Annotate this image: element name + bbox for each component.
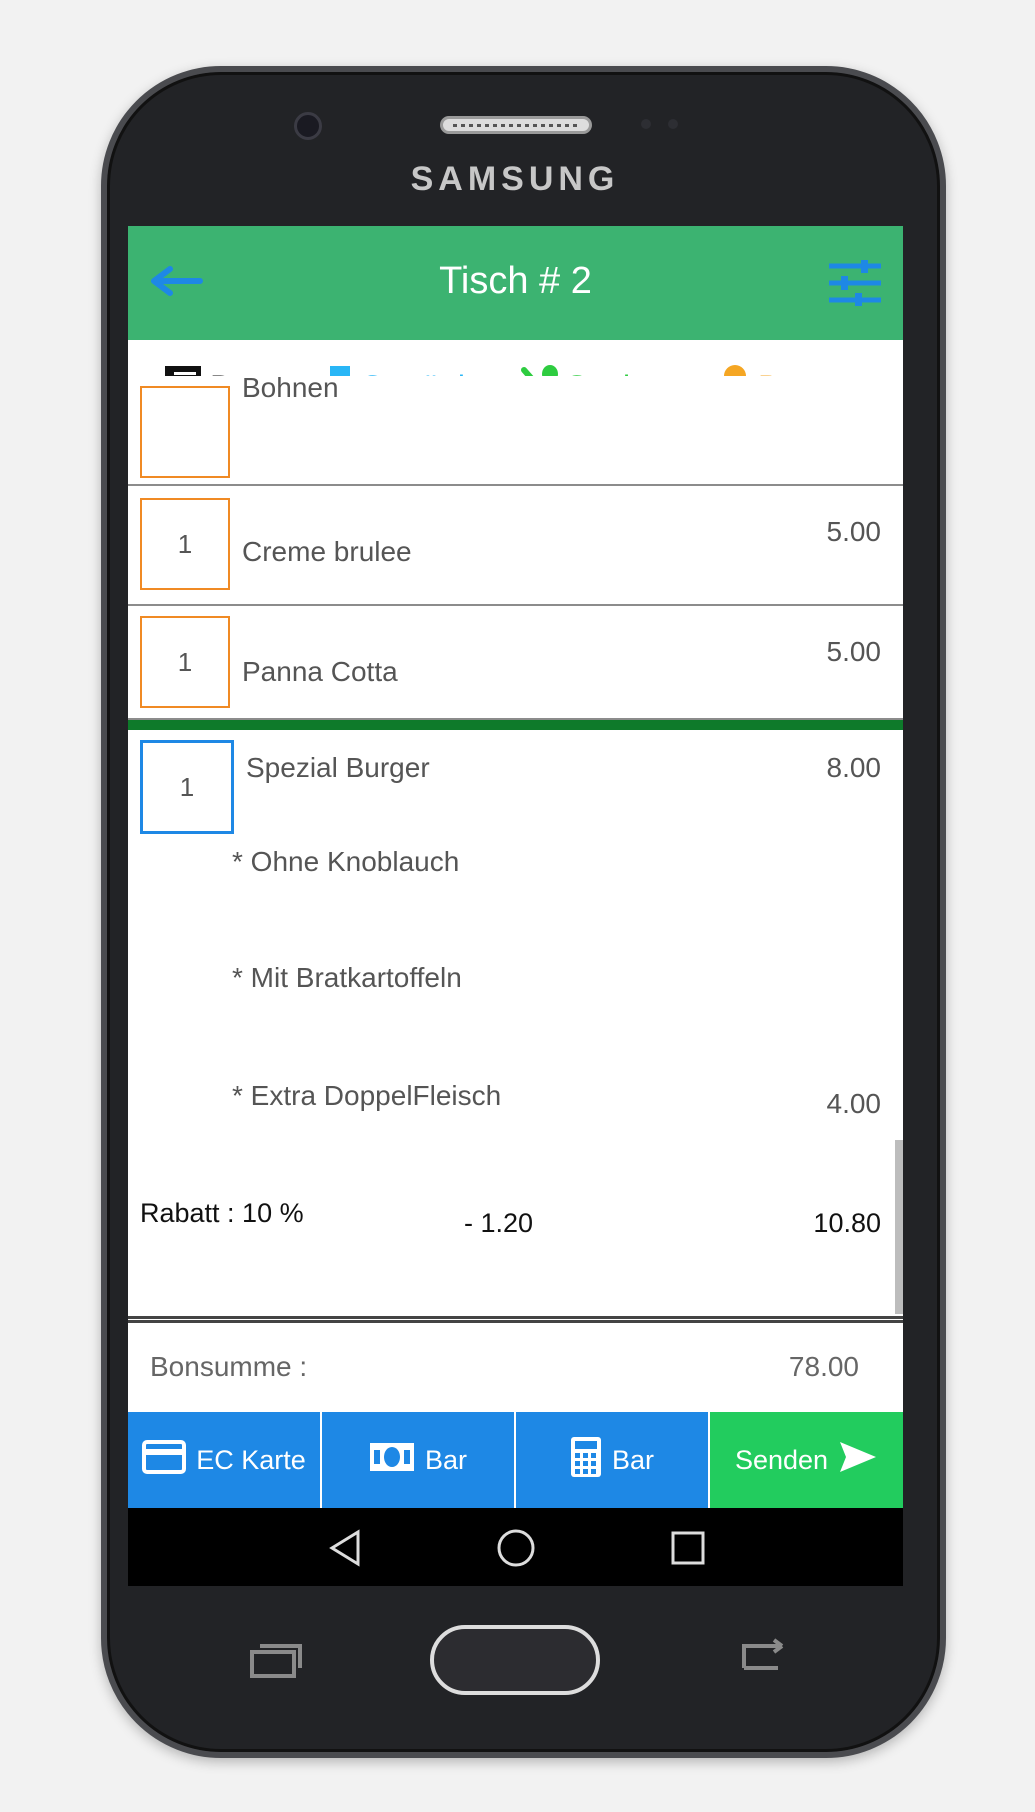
- cash-button[interactable]: Bar: [322, 1412, 516, 1508]
- item-name: Creme brulee: [242, 536, 412, 567]
- item-name: Spezial Burger: [246, 752, 430, 783]
- item-price: 5.00: [826, 636, 882, 667]
- quantity-box-selected[interactable]: 1: [140, 740, 234, 834]
- receipt-summary: Bonsumme : 78.00: [128, 1320, 903, 1411]
- recent-apps-key-icon[interactable]: [248, 1640, 304, 1685]
- credit-card-icon: [142, 1439, 187, 1481]
- quantity-box[interactable]: 1: [140, 498, 230, 590]
- app-screen: Tisch # 2 Bon Getränke: [128, 226, 903, 1586]
- ec-card-button[interactable]: EC Karte: [128, 1412, 322, 1508]
- calculator-cash-button[interactable]: Bar: [516, 1412, 710, 1508]
- sliders-icon[interactable]: [827, 260, 883, 306]
- option-price: 4.00: [826, 1088, 882, 1119]
- nav-recents-icon[interactable]: [666, 1526, 710, 1570]
- nav-home-icon[interactable]: [494, 1526, 538, 1570]
- earpiece-speaker: [440, 116, 592, 134]
- calculator-icon: [570, 1436, 602, 1485]
- item-option: * Ohne Knoblauch: [232, 846, 460, 877]
- summary-value: 78.00: [788, 1351, 859, 1382]
- proximity-sensor: [641, 119, 651, 129]
- ec-card-label: EC Karte: [196, 1444, 306, 1475]
- send-arrow-icon: [838, 1440, 878, 1481]
- list-item[interactable]: Bohnen: [128, 372, 903, 486]
- front-camera: [294, 112, 322, 140]
- list-item[interactable]: 1 Creme brulee 5.00: [128, 486, 903, 606]
- item-option: * Extra DoppelFleisch: [232, 1080, 502, 1111]
- send-button[interactable]: Senden: [710, 1412, 903, 1508]
- action-bar: EC Karte Bar Bar Senden: [128, 1412, 903, 1508]
- quantity-box[interactable]: 1: [140, 616, 230, 708]
- selected-list-item[interactable]: 1 Spezial Burger 8.00 * Ohne Knoblauch *…: [128, 730, 903, 1319]
- discount-value: - 1.20: [464, 1208, 534, 1238]
- android-nav-bar: [128, 1508, 903, 1586]
- item-price: 8.00: [826, 752, 882, 783]
- home-button[interactable]: [430, 1625, 600, 1695]
- discount-label: Rabatt : 10 %: [140, 1198, 304, 1228]
- back-key-icon[interactable]: [734, 1638, 790, 1683]
- page-title: Tisch # 2: [439, 260, 592, 302]
- send-label: Senden: [734, 1444, 829, 1475]
- calculator-cash-label: Bar: [611, 1444, 655, 1475]
- item-name: Panna Cotta: [242, 656, 398, 687]
- summary-label: Bonsumme :: [150, 1351, 308, 1382]
- item-total: 10.80: [813, 1208, 881, 1238]
- list-item[interactable]: 1 Panna Cotta 5.00: [128, 606, 903, 720]
- nav-back-icon[interactable]: [324, 1526, 368, 1570]
- scrollbar[interactable]: [895, 1140, 903, 1314]
- item-option: * Mit Bratkartoffeln: [232, 962, 462, 993]
- device-brand: SAMSUNG: [410, 160, 620, 198]
- item-price: 5.00: [826, 516, 882, 547]
- quantity-box[interactable]: [140, 386, 230, 478]
- banknote-icon: [369, 1442, 415, 1479]
- item-name: Bohnen: [242, 372, 339, 403]
- light-sensor: [668, 119, 678, 129]
- cash-label: Bar: [424, 1444, 468, 1475]
- selection-divider: [128, 720, 903, 730]
- app-bar: Tisch # 2: [128, 226, 903, 340]
